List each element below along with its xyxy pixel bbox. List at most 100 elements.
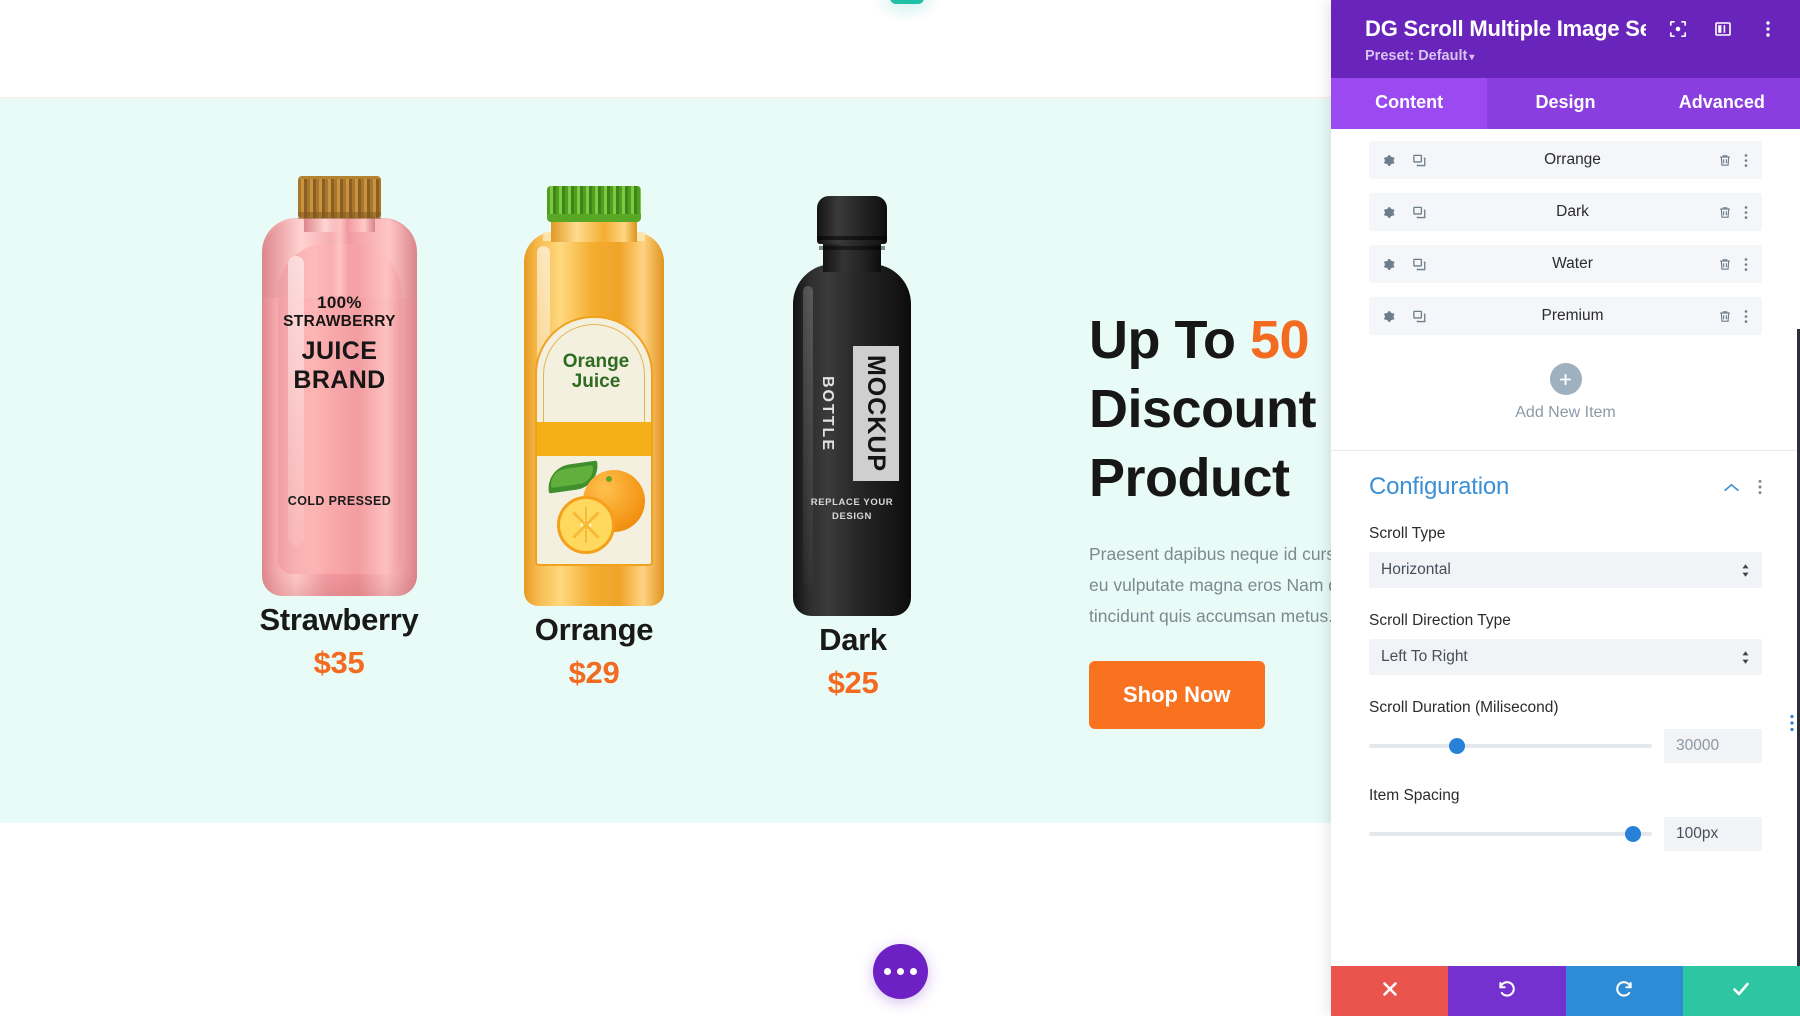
scroll-duration-slider-track[interactable]	[1369, 738, 1652, 754]
list-item-label: Water	[1552, 255, 1593, 272]
add-new-item-label: Add New Item	[1515, 404, 1616, 421]
bottle3-word: BOTTLE	[819, 375, 836, 452]
bottle3-footer: REPLACE YOUR DESIGN	[810, 497, 894, 523]
ellipsis-icon	[910, 968, 917, 975]
scroll-type-value: Horizontal	[1381, 561, 1451, 578]
ellipsis-fab-button[interactable]	[873, 944, 928, 999]
repeater-items-list: Orrange Dark Water Premium	[1331, 129, 1800, 335]
product-price: $29	[568, 655, 620, 690]
product-price: $25	[827, 665, 879, 700]
field-scroll-direction-type: Scroll Direction Type Left To Right	[1369, 612, 1762, 675]
bottle1-line3: JUICE	[301, 337, 378, 366]
field-label: Scroll Duration (Milisecond)	[1369, 699, 1559, 716]
layout-columns-icon[interactable]	[1713, 19, 1733, 39]
scroll-direction-value: Left To Right	[1381, 648, 1468, 665]
plus-icon[interactable]	[1549, 363, 1582, 395]
undo-icon	[1496, 978, 1517, 1004]
gear-icon[interactable]	[1381, 309, 1396, 324]
chevron-up-icon[interactable]	[1723, 482, 1740, 493]
add-new-item-button[interactable]: Add New Item	[1331, 349, 1800, 426]
vertical-dots-icon[interactable]	[1744, 205, 1748, 220]
field-label: Scroll Type	[1369, 525, 1446, 542]
duplicate-icon[interactable]	[1412, 257, 1427, 272]
list-item[interactable]: Water	[1369, 245, 1762, 283]
redo-button[interactable]	[1565, 966, 1683, 1016]
product-name: Strawberry	[259, 602, 419, 637]
hero-title-part1: Up To	[1089, 310, 1250, 370]
gear-icon[interactable]	[1381, 153, 1396, 168]
vertical-dots-icon[interactable]	[1744, 153, 1748, 168]
bottle2-line1: Orange	[562, 351, 630, 372]
chevron-updown-icon	[1741, 650, 1750, 665]
product-card-strawberry[interactable]: 100% STRAWBERRY JUICE BRAND COLD PRESSED…	[254, 176, 424, 681]
vertical-dots-icon[interactable]	[1758, 19, 1778, 39]
focus-frame-icon[interactable]	[1668, 19, 1688, 39]
vertical-dots-icon[interactable]	[1790, 714, 1794, 732]
field-label: Scroll Direction Type	[1369, 612, 1511, 629]
orange-bottle-image: Orange Juice	[519, 186, 669, 606]
hero-title-line2: Discount	[1089, 379, 1317, 440]
undo-button[interactable]	[1448, 966, 1566, 1016]
hero-section: 100% STRAWBERRY JUICE BRAND COLD PRESSED…	[0, 97, 1417, 823]
scroll-type-select[interactable]: Horizontal	[1369, 552, 1762, 588]
trash-icon[interactable]	[1718, 257, 1732, 272]
product-card-dark[interactable]: BOTTLE MOCKUP REPLACE YOUR DESIGN Dark $…	[793, 196, 913, 701]
top-teal-tab[interactable]	[890, 0, 924, 4]
vertical-dots-icon[interactable]	[1758, 479, 1762, 495]
dark-bottle-image: BOTTLE MOCKUP REPLACE YOUR DESIGN	[793, 196, 913, 616]
item-spacing-slider-track[interactable]	[1369, 826, 1652, 842]
product-name: Orrange	[534, 612, 654, 647]
module-settings-panel: DG Scroll Multiple Image Se... Preset: D…	[1331, 0, 1800, 1016]
bottle1-footer: COLD PRESSED	[287, 494, 392, 508]
panel-footer-actions	[1331, 966, 1800, 1016]
hero-title-accent: 50	[1249, 310, 1310, 370]
product-name: Dark	[819, 622, 887, 657]
x-icon	[1380, 979, 1400, 1004]
bottle1-line1: 100%	[317, 293, 362, 312]
product-price: $35	[313, 645, 365, 680]
field-scroll-duration: Scroll Duration (Milisecond) 30000	[1369, 699, 1762, 763]
list-item[interactable]: Orrange	[1369, 141, 1762, 179]
redo-icon	[1614, 978, 1635, 1004]
panel-title: DG Scroll Multiple Image Se...	[1365, 16, 1646, 41]
item-spacing-value[interactable]: 100px	[1664, 817, 1762, 851]
panel-preset-selector[interactable]: Preset: Default ▾	[1365, 48, 1778, 64]
scroll-duration-value[interactable]: 30000	[1664, 729, 1762, 763]
tab-content[interactable]: Content	[1331, 78, 1488, 129]
tab-design[interactable]: Design	[1487, 78, 1644, 129]
scroll-duration-slider-knob[interactable]	[1449, 738, 1466, 754]
duplicate-icon[interactable]	[1412, 205, 1427, 220]
vertical-dots-icon[interactable]	[1744, 257, 1748, 272]
panel-tabs: Content Design Advanced	[1331, 78, 1800, 129]
list-item[interactable]: Dark	[1369, 193, 1762, 231]
trash-icon[interactable]	[1718, 153, 1732, 168]
list-item-label: Premium	[1541, 307, 1604, 324]
field-scroll-type: Scroll Type Horizontal	[1369, 525, 1762, 588]
configuration-header[interactable]: Configuration	[1369, 473, 1762, 501]
cancel-button[interactable]	[1331, 966, 1449, 1016]
gear-icon[interactable]	[1381, 205, 1396, 220]
strawberry-bottle-image: 100% STRAWBERRY JUICE BRAND COLD PRESSED	[254, 176, 424, 596]
tab-advanced[interactable]: Advanced	[1643, 78, 1800, 129]
list-item[interactable]: Premium	[1369, 297, 1762, 335]
field-label: Item Spacing	[1369, 787, 1460, 804]
scroll-direction-select[interactable]: Left To Right	[1369, 639, 1762, 675]
product-card-orrange[interactable]: Orange Juice Orrange $29	[519, 186, 669, 691]
chevron-down-icon: ▾	[1469, 52, 1475, 63]
save-button[interactable]	[1682, 966, 1800, 1016]
trash-icon[interactable]	[1718, 309, 1732, 324]
list-item-label: Dark	[1556, 203, 1589, 220]
duplicate-icon[interactable]	[1412, 309, 1427, 324]
page-bottom-white-band	[0, 823, 1331, 1016]
item-spacing-slider-knob[interactable]	[1625, 826, 1642, 842]
bottle1-line4: BRAND	[293, 366, 386, 395]
gear-icon[interactable]	[1381, 257, 1396, 272]
page-top-white-band	[0, 0, 1331, 98]
trash-icon[interactable]	[1718, 205, 1732, 220]
list-item-label: Orrange	[1544, 151, 1601, 168]
bottle3-mockup: MOCKUP	[862, 354, 891, 473]
chevron-updown-icon	[1741, 563, 1750, 578]
shop-now-button[interactable]: Shop Now	[1089, 661, 1265, 730]
vertical-dots-icon[interactable]	[1744, 309, 1748, 324]
duplicate-icon[interactable]	[1412, 153, 1427, 168]
